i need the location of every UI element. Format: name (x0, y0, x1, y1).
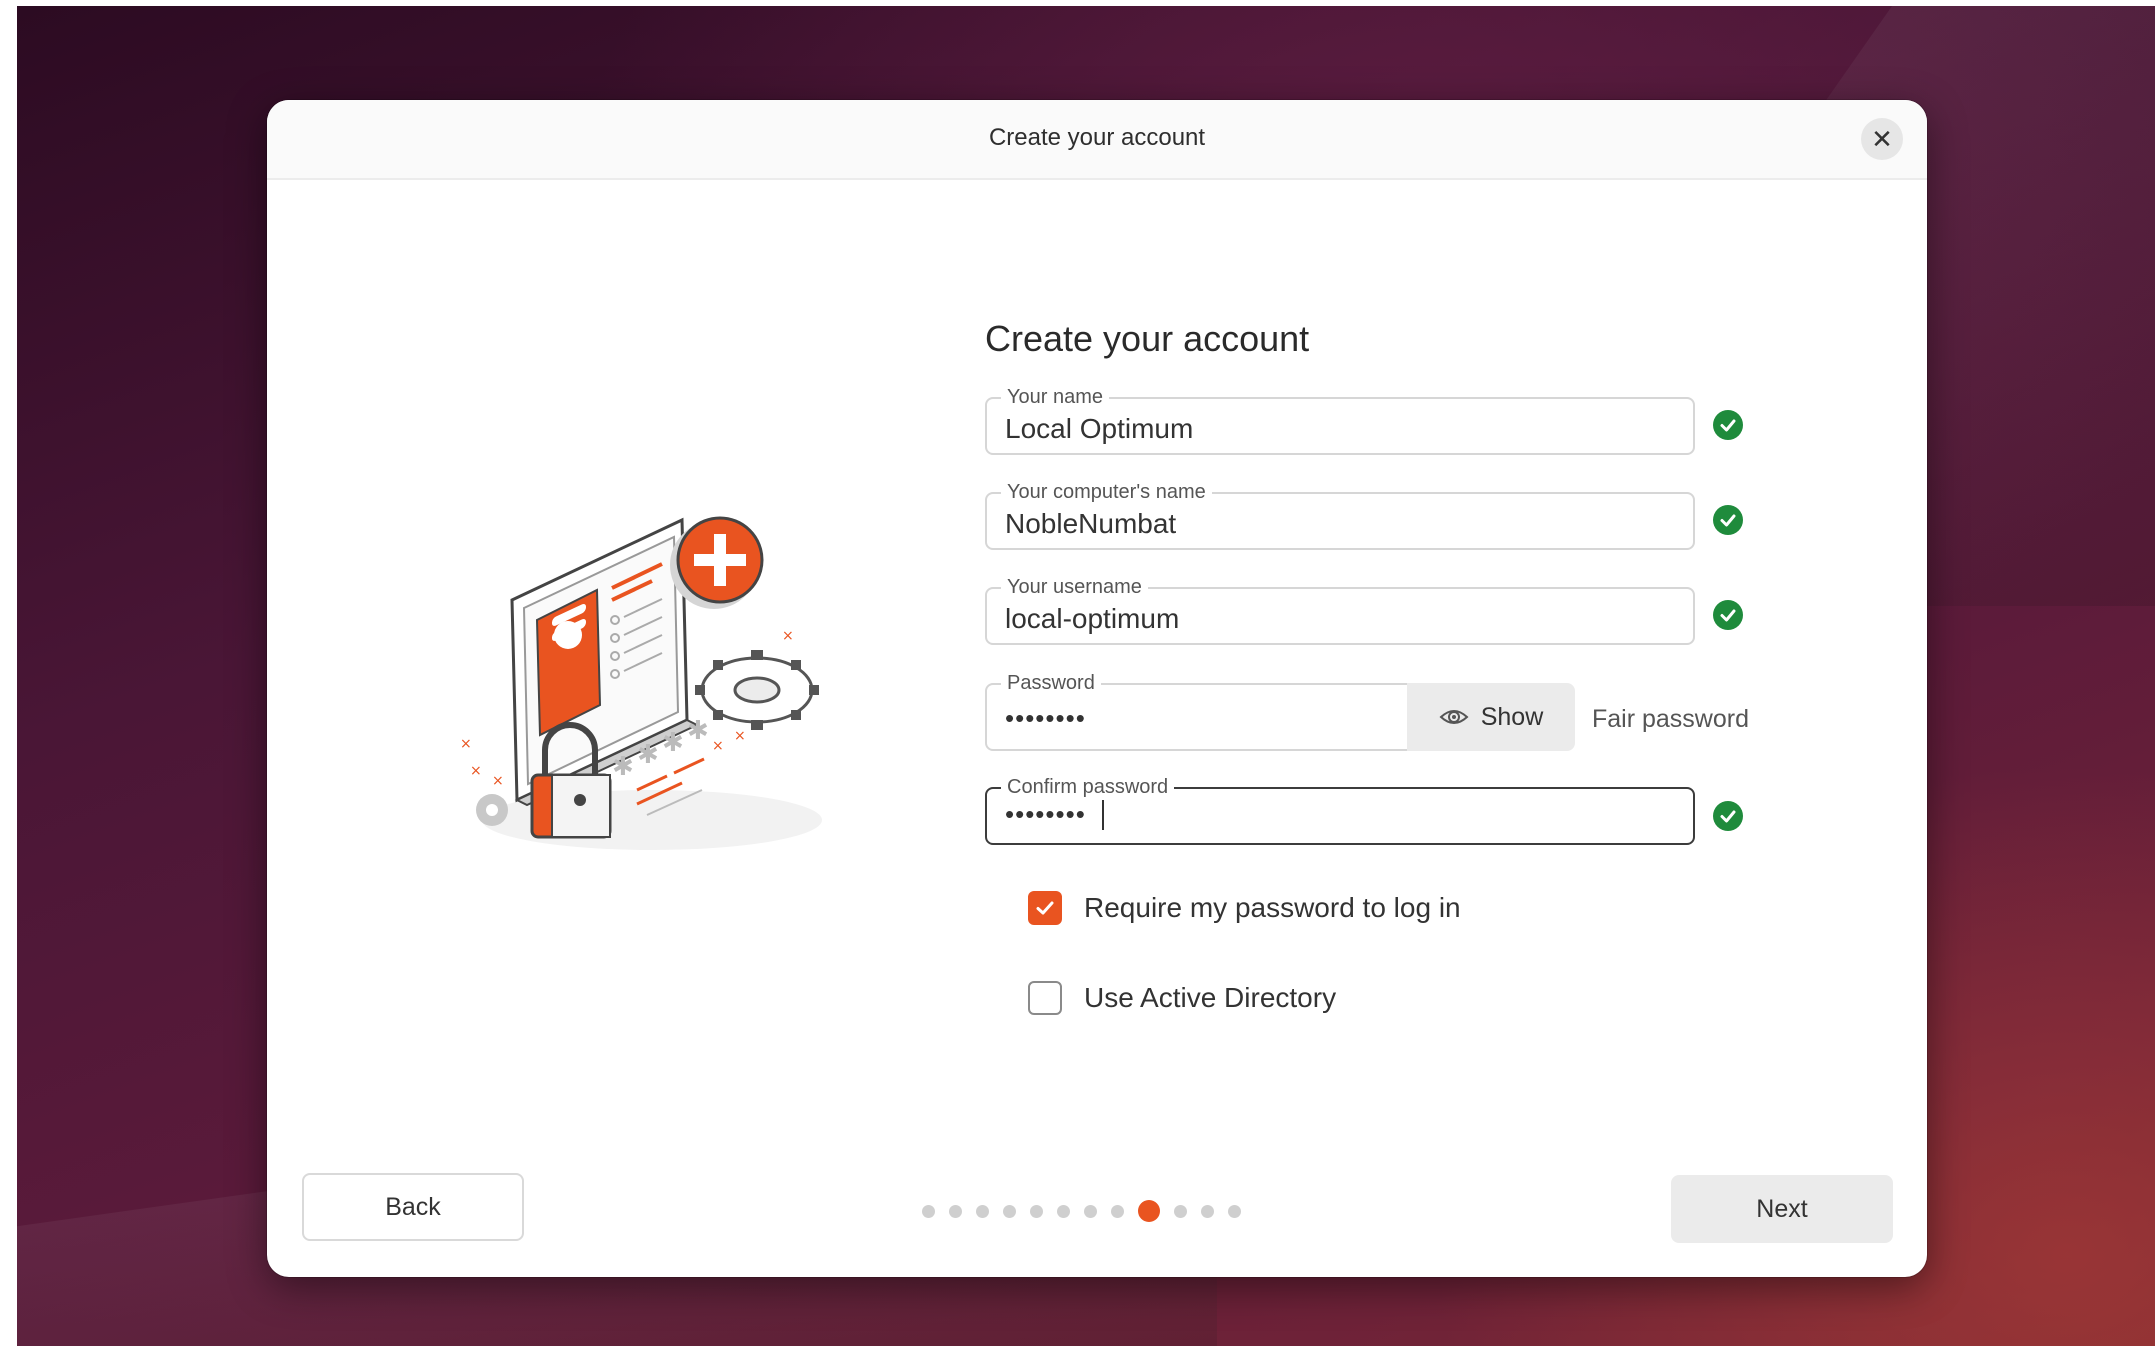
eye-icon (1439, 710, 1469, 724)
step-dot[interactable] (1228, 1204, 1241, 1218)
step-dot[interactable] (1030, 1204, 1043, 1218)
svg-text:✱: ✱ (687, 716, 709, 746)
confirm-password-value: •••••••• (1005, 799, 1086, 829)
active-directory-option[interactable]: Use Active Directory (1028, 981, 1336, 1015)
your-name-field[interactable]: Your name Local Optimum (985, 386, 1695, 455)
svg-text:✱: ✱ (637, 740, 659, 770)
svg-text:×: × (470, 763, 482, 779)
svg-text:×: × (782, 628, 794, 644)
computer-name-valid-check-icon (1713, 505, 1743, 535)
active-directory-label: Use Active Directory (1084, 982, 1337, 1013)
svg-text:✱: ✱ (662, 728, 684, 758)
account-illustration: ✱ ✱ ✱ ✱ ××× ××× (460, 516, 822, 850)
computer-name-field[interactable]: Your computer's name NobleNumbat (985, 481, 1695, 550)
username-label: Your username (1001, 576, 1148, 599)
svg-text:✱: ✱ (612, 752, 634, 782)
username-valid-check-icon (1713, 600, 1743, 630)
confirm-password-label: Confirm password (1001, 776, 1175, 799)
close-icon: ✕ (1871, 123, 1893, 154)
step-dot[interactable] (976, 1204, 989, 1218)
username-field[interactable]: Your username local-optimum (985, 576, 1695, 645)
username-value: local-optimum (1005, 603, 1180, 634)
confirm-valid-check-icon (1713, 801, 1743, 831)
step-dot[interactable] (1174, 1204, 1187, 1218)
step-dot[interactable] (1201, 1204, 1214, 1218)
require-password-option[interactable]: Require my password to log in (1028, 891, 1461, 925)
computer-name-label: Your computer's name (1001, 481, 1212, 504)
active-directory-checkbox[interactable] (1028, 981, 1062, 1015)
show-password-button[interactable]: Show (1407, 683, 1575, 751)
step-dot[interactable] (1111, 1204, 1124, 1218)
svg-text:×: × (460, 736, 472, 752)
your-name-value: Local Optimum (1005, 413, 1194, 444)
password-value: •••••••• (1005, 703, 1086, 733)
back-button[interactable]: Back (302, 1173, 524, 1241)
step-dot[interactable] (922, 1204, 935, 1218)
page-heading: Create your account (985, 318, 1310, 359)
installer-dialog: Create your account ✕ ✱ ✱ ✱ ✱ × × × × × … (267, 100, 1927, 1277)
show-password-label: Show (1480, 702, 1544, 731)
step-dot[interactable] (1057, 1204, 1070, 1218)
window-title: Create your account (988, 124, 1206, 151)
step-dot[interactable] (1084, 1204, 1097, 1218)
password-strength: Fair password (1592, 705, 1749, 733)
svg-text:×: × (492, 773, 504, 789)
titlebar: Create your account ✕ (267, 100, 1927, 180)
step-dot[interactable] (949, 1204, 962, 1218)
password-field[interactable]: Password •••••••• (985, 672, 1415, 751)
close-button[interactable]: ✕ (1861, 118, 1903, 160)
require-password-checkbox[interactable] (1028, 891, 1062, 925)
svg-text:×: × (734, 728, 746, 744)
confirm-password-field[interactable]: Confirm password •••••••• (985, 776, 1695, 845)
svg-text:×: × (712, 738, 724, 754)
step-indicator (922, 1200, 1241, 1222)
next-button[interactable]: Next (1671, 1175, 1893, 1243)
step-dot-current[interactable] (1138, 1200, 1160, 1222)
checkmark-icon (1036, 901, 1054, 915)
password-label: Password (1001, 672, 1101, 695)
name-valid-check-icon (1713, 410, 1743, 440)
step-dot[interactable] (1003, 1204, 1016, 1218)
your-name-label: Your name (1001, 386, 1109, 409)
text-caret (1101, 799, 1104, 830)
require-password-label: Require my password to log in (1084, 892, 1461, 923)
computer-name-value: NobleNumbat (1005, 508, 1177, 539)
